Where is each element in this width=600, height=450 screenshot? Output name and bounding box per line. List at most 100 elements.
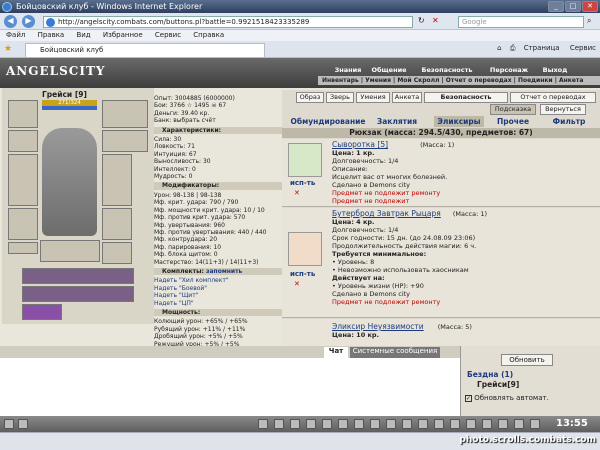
hint-button[interactable]: Подсказка: [490, 104, 536, 115]
skills-button[interactable]: Умения: [356, 92, 390, 103]
menu-file[interactable]: Файл: [6, 31, 25, 39]
menu-edit[interactable]: Правка: [38, 31, 65, 39]
menu-view[interactable]: Вид: [76, 31, 90, 39]
action-icon[interactable]: [338, 419, 348, 429]
back-button[interactable]: ◀: [4, 15, 17, 28]
action-icon[interactable]: [290, 419, 300, 429]
delete-item-icon[interactable]: ✕: [294, 189, 300, 197]
forward-button[interactable]: ▶: [22, 15, 35, 28]
action-icon[interactable]: [322, 419, 332, 429]
sub-navigation[interactable]: Инвентарь | Умения | Мой Скролл | Отчет …: [318, 76, 600, 85]
belt-items-row3[interactable]: [22, 304, 62, 320]
action-icon[interactable]: [4, 419, 14, 429]
action-icon[interactable]: [418, 419, 428, 429]
spell-slots[interactable]: [40, 240, 100, 262]
modifiers-header[interactable]: Модификаторы:: [154, 182, 282, 190]
tab-chat[interactable]: Чат: [324, 347, 348, 358]
rings-slot[interactable]: [102, 100, 148, 128]
auto-refresh-option[interactable]: ✓ Обновлять автомат.: [465, 394, 549, 402]
search-icon[interactable]: ⌕: [587, 16, 591, 26]
tools-menu[interactable]: Сервис: [570, 44, 596, 52]
belt-items-row1[interactable]: [22, 268, 134, 284]
action-icon[interactable]: [274, 419, 284, 429]
gloves-slot[interactable]: [102, 130, 148, 152]
armor-slot[interactable]: [8, 208, 38, 240]
nav-security[interactable]: Безопасность: [418, 66, 476, 74]
menu-tools[interactable]: Сервис: [155, 31, 181, 39]
url-field[interactable]: http://angelscity.combats.com/buttons.pl…: [43, 16, 413, 28]
sets-remember-link[interactable]: запомнить: [206, 268, 242, 275]
transfer-report-button[interactable]: Отчет о переводах: [510, 92, 596, 103]
weapon-slot-right[interactable]: [102, 154, 132, 206]
sets-header[interactable]: Комплекты: запомнить: [154, 267, 282, 276]
menu-favorites[interactable]: Избранное: [103, 31, 143, 39]
return-button[interactable]: Вернуться: [540, 104, 586, 115]
action-icon[interactable]: [354, 419, 364, 429]
helmet-slot[interactable]: [8, 100, 38, 128]
power-header[interactable]: Мощность:: [154, 308, 282, 317]
set-link-2[interactable]: Надеть "Щит": [154, 292, 282, 299]
use-item-link[interactable]: исп-ть: [290, 179, 315, 187]
refresh-icon[interactable]: ↻: [418, 16, 425, 25]
item-image-sandwich[interactable]: [288, 232, 322, 266]
item-image-serum[interactable]: [288, 143, 322, 177]
action-icon[interactable]: [386, 419, 396, 429]
bracers-slot[interactable]: [8, 130, 38, 152]
action-icon[interactable]: [530, 419, 540, 429]
action-icon[interactable]: [434, 419, 444, 429]
leggings-slot[interactable]: [102, 208, 132, 240]
player-entry[interactable]: Грейси[9]: [477, 380, 519, 389]
maximize-button[interactable]: □: [565, 1, 581, 12]
set-link-0[interactable]: Надеть "Хил комплект": [154, 277, 282, 284]
action-icon[interactable]: [498, 419, 508, 429]
profile-button[interactable]: Анкета: [392, 92, 422, 103]
security-button[interactable]: Безопасность: [424, 92, 508, 103]
item-name[interactable]: Бутерброд Завтрак Рыцаря: [332, 209, 441, 218]
weapon-slot-left[interactable]: [8, 154, 38, 206]
nav-knowledge[interactable]: Знания: [330, 66, 366, 74]
nav-exit[interactable]: Выход: [540, 66, 570, 74]
stop-icon[interactable]: ✕: [432, 16, 439, 25]
item-name[interactable]: Сыворотка [5]: [332, 140, 388, 149]
set-link-1[interactable]: Надеть "Боевой": [154, 285, 282, 292]
tab-elixirs[interactable]: Эликсиры: [434, 116, 484, 127]
delete-item-icon[interactable]: ✕: [294, 280, 300, 288]
location-name[interactable]: Бездна (1): [467, 370, 513, 379]
use-item-link[interactable]: исп-ть: [290, 270, 315, 278]
auto-refresh-checkbox[interactable]: ✓: [465, 395, 472, 402]
image-button[interactable]: Образ: [296, 92, 324, 103]
boots-slot[interactable]: [102, 242, 132, 264]
action-icon[interactable]: [18, 419, 28, 429]
pet-button[interactable]: Зверь: [326, 92, 354, 103]
print-icon[interactable]: ⎙: [510, 44, 516, 52]
minimize-button[interactable]: _: [548, 1, 564, 12]
tab-filter[interactable]: Фильтр: [544, 116, 594, 127]
nav-communication[interactable]: Общение: [368, 66, 410, 74]
stat-bank[interactable]: Банк: выбрать счёт: [154, 117, 282, 124]
character-name[interactable]: Грейси [9]: [42, 90, 87, 99]
browser-tab[interactable]: Бойцовский клуб: [25, 43, 265, 57]
action-icon[interactable]: [466, 419, 476, 429]
nav-character[interactable]: Персонаж: [486, 66, 532, 74]
belt-slot[interactable]: [8, 242, 38, 254]
menu-help[interactable]: Справка: [193, 31, 224, 39]
tab-system-messages[interactable]: Системные сообщения: [350, 347, 440, 358]
action-icon[interactable]: [370, 419, 380, 429]
page-menu[interactable]: Страница: [524, 44, 560, 52]
action-icon[interactable]: [514, 419, 524, 429]
item-name[interactable]: Эликсир Неуязвимости: [332, 322, 424, 331]
characteristics-header[interactable]: Характеристики:: [154, 126, 282, 135]
belt-items-row2[interactable]: [22, 286, 134, 302]
action-icon[interactable]: [482, 419, 492, 429]
action-icon[interactable]: [306, 419, 316, 429]
action-icon[interactable]: [450, 419, 460, 429]
refresh-button[interactable]: Обновить: [501, 354, 553, 366]
chat-area[interactable]: [0, 358, 460, 416]
close-button[interactable]: ✕: [582, 1, 598, 12]
set-link-3[interactable]: Надеть "ЦП": [154, 300, 282, 307]
action-icon[interactable]: [402, 419, 412, 429]
tab-spells[interactable]: Заклятия: [372, 116, 422, 127]
favorites-star-icon[interactable]: ★: [4, 44, 12, 54]
tab-equipment[interactable]: Обмундирование: [286, 116, 370, 127]
tab-other[interactable]: Прочее: [492, 116, 534, 127]
